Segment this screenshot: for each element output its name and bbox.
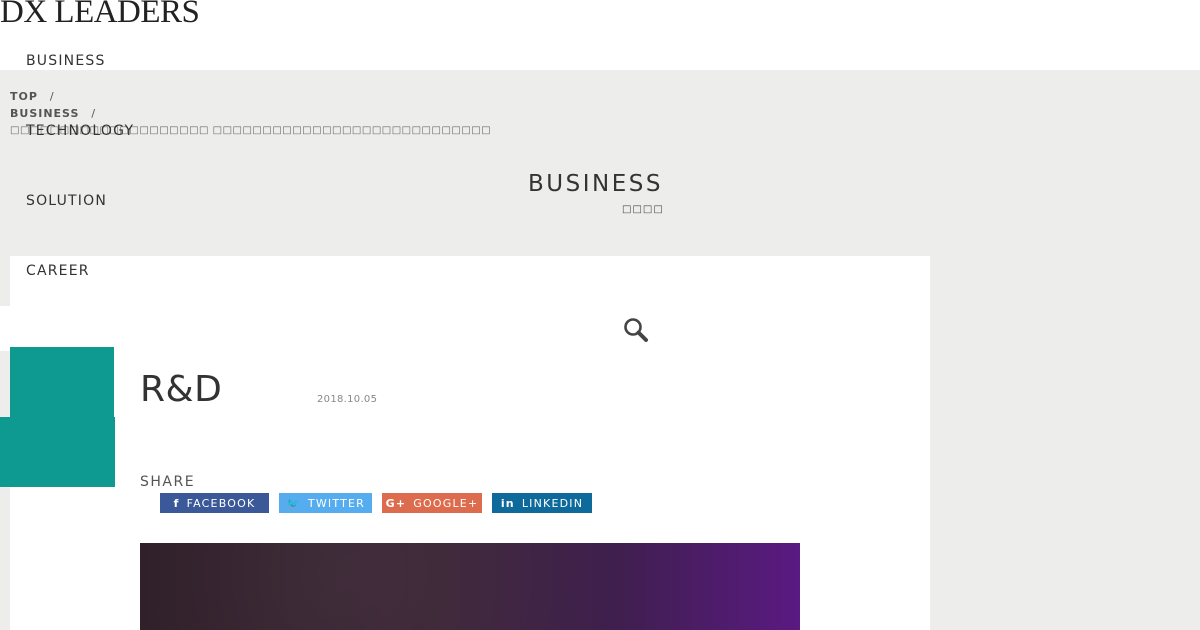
accent-block <box>10 347 114 419</box>
nav-item-technology[interactable]: TECHNOLOGY <box>26 122 134 192</box>
search-icon[interactable] <box>622 316 650 344</box>
google-plus-label: GOOGLE+ <box>413 496 479 510</box>
category-title: BUSINESS <box>528 171 663 197</box>
main-nav: BUSINESS TECHNOLOGY SOLUTION CAREER <box>26 52 134 332</box>
nav-item-business[interactable]: BUSINESS <box>26 52 134 122</box>
twitter-share-button[interactable]: 🐦 TWITTER <box>279 493 372 513</box>
facebook-label: FACEBOOK <box>186 496 256 510</box>
card-notch <box>0 306 10 351</box>
share-label: SHARE <box>140 474 196 490</box>
nav-item-career[interactable]: CAREER <box>26 262 134 332</box>
post-date: 2018.10.05 <box>317 394 378 405</box>
hero-image <box>140 543 800 630</box>
google-plus-share-button[interactable]: G+ GOOGLE+ <box>382 493 482 513</box>
site-logo[interactable]: DX LEADERS <box>0 0 200 31</box>
twitter-icon: 🐦 <box>286 496 301 510</box>
accent-block <box>0 417 115 487</box>
facebook-icon: f <box>173 496 180 510</box>
facebook-share-button[interactable]: f FACEBOOK <box>160 493 269 513</box>
nav-item-solution[interactable]: SOLUTION <box>26 192 134 262</box>
google-plus-icon: G+ <box>385 496 407 510</box>
linkedin-share-button[interactable]: in LINKEDIN <box>492 493 592 513</box>
twitter-label: TWITTER <box>307 496 365 510</box>
linkedin-icon: in <box>500 496 515 510</box>
linkedin-label: LINKEDIN <box>521 496 584 510</box>
category-subtitle: □□□□ <box>622 204 664 215</box>
post-title: R&D <box>140 369 223 410</box>
